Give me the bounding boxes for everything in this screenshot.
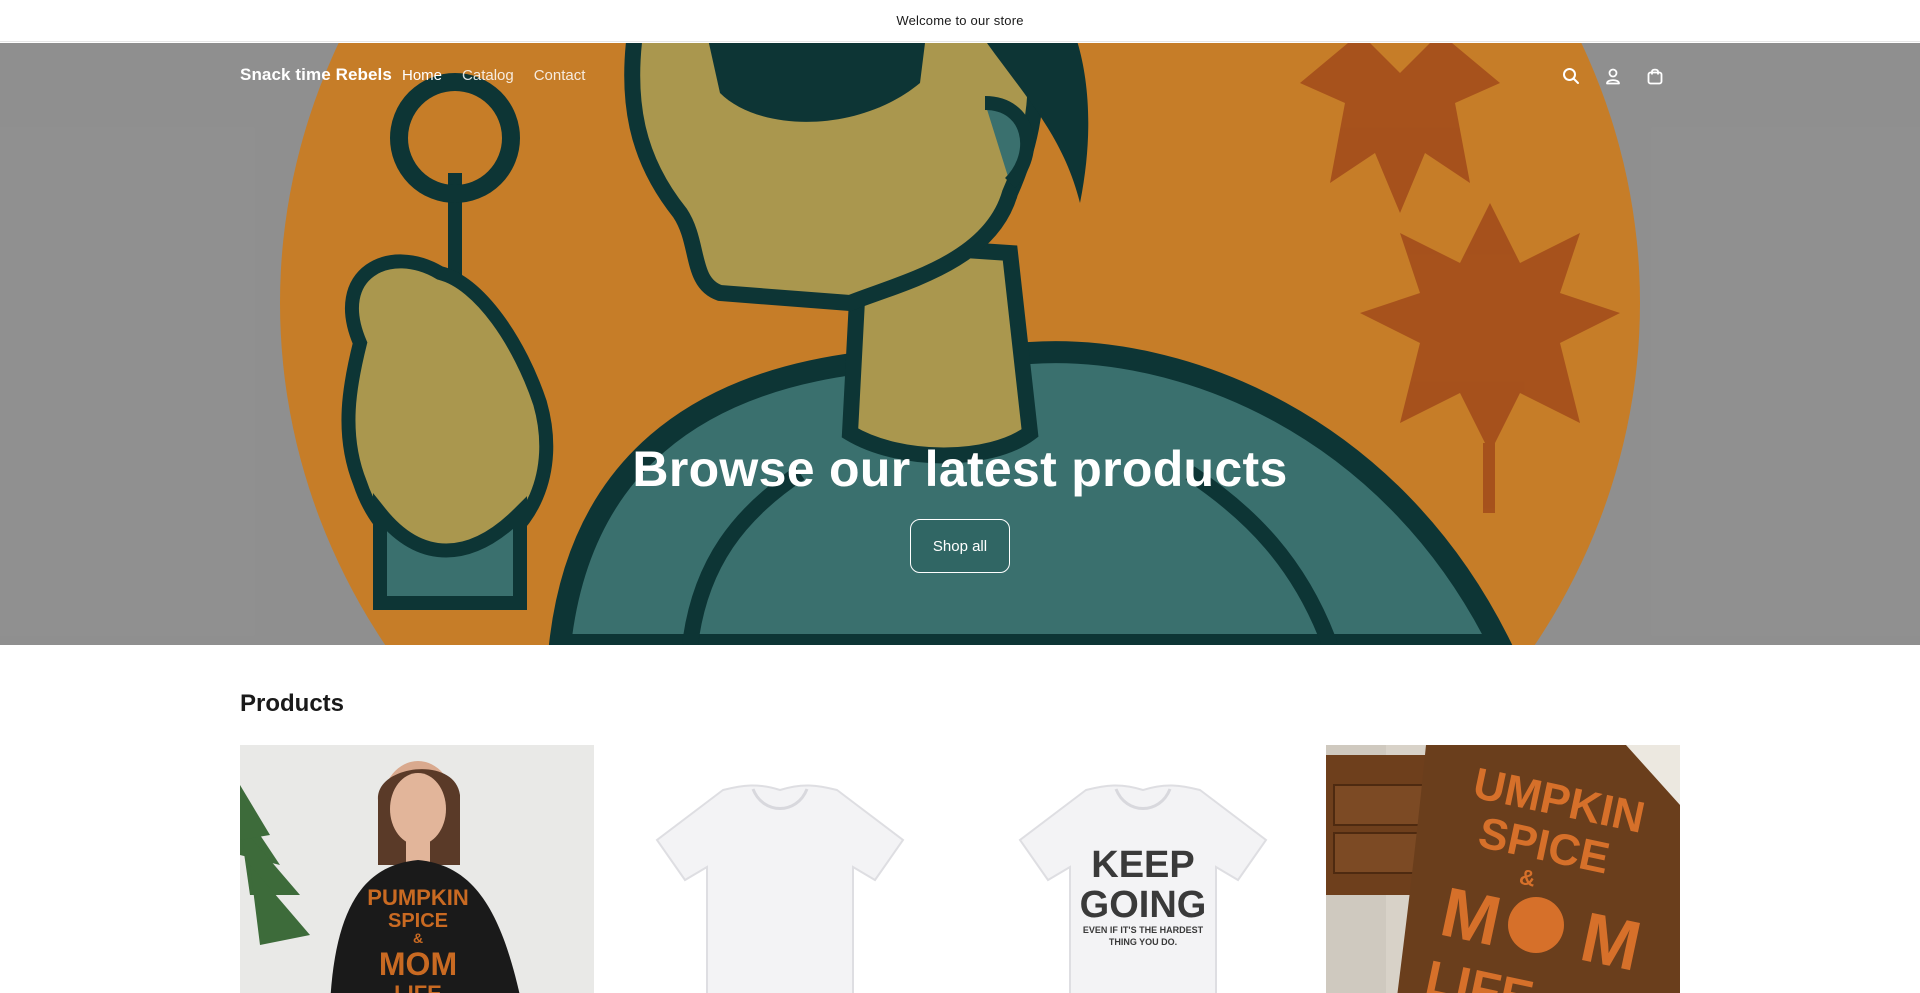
products-section-title: Products [240,690,345,717]
nav-catalog[interactable]: Catalog [462,67,514,84]
site-header: Snack time Rebels Home Catalog Contact [0,43,1920,109]
search-icon[interactable] [1560,65,1582,87]
announcement-bar: Welcome to our store [0,0,1920,42]
cart-icon[interactable] [1644,65,1666,87]
product-card-keep-going-tee[interactable]: KEEP GOING EVEN IF IT'S THE HARDEST THIN… [966,745,1320,993]
product-card-sweatshirt[interactable]: PUMPKIN SPICE & MOM LIFE [240,745,594,993]
product-image-keep-going-tee: KEEP GOING EVEN IF IT'S THE HARDEST THIN… [966,745,1320,993]
sweatshirt-print-line-1: PUMPKIN [367,885,468,910]
main-nav: Home Catalog Contact [402,67,585,84]
brand-logo[interactable]: Snack time Rebels [240,65,392,85]
product-image-sweatshirt: PUMPKIN SPICE & MOM LIFE [240,745,594,993]
product-image-plain-tee [603,745,957,993]
header-icons [1560,65,1666,87]
nav-contact[interactable]: Contact [534,67,586,84]
pumpkin-graphic [1508,897,1564,953]
announcement-text: Welcome to our store [896,13,1024,28]
tee-print-line-4: THING YOU DO. [1109,937,1177,947]
nav-home[interactable]: Home [402,67,442,84]
tee-print-line-1: KEEP [1091,844,1194,886]
product-image-blanket: UMPKIN SPICE & M M LIFE [1326,745,1680,993]
hero-heading: Browse our latest products [632,441,1288,497]
sweatshirt-print-line-2: SPICE [388,910,448,932]
sweatshirt-print-line-3: & [413,930,423,946]
product-card-blanket[interactable]: UMPKIN SPICE & M M LIFE [1326,745,1680,993]
shop-all-button[interactable]: Shop all [910,519,1010,573]
tee-print-line-2: GOING [1080,884,1207,926]
tee-print-line-3: EVEN IF IT'S THE HARDEST [1083,925,1204,935]
sweatshirt-print-line-5: LIFE [394,981,442,993]
sweatshirt-print-line-4: MOM [379,946,457,982]
product-card-plain-tee[interactable] [603,745,957,993]
account-icon[interactable] [1602,65,1624,87]
